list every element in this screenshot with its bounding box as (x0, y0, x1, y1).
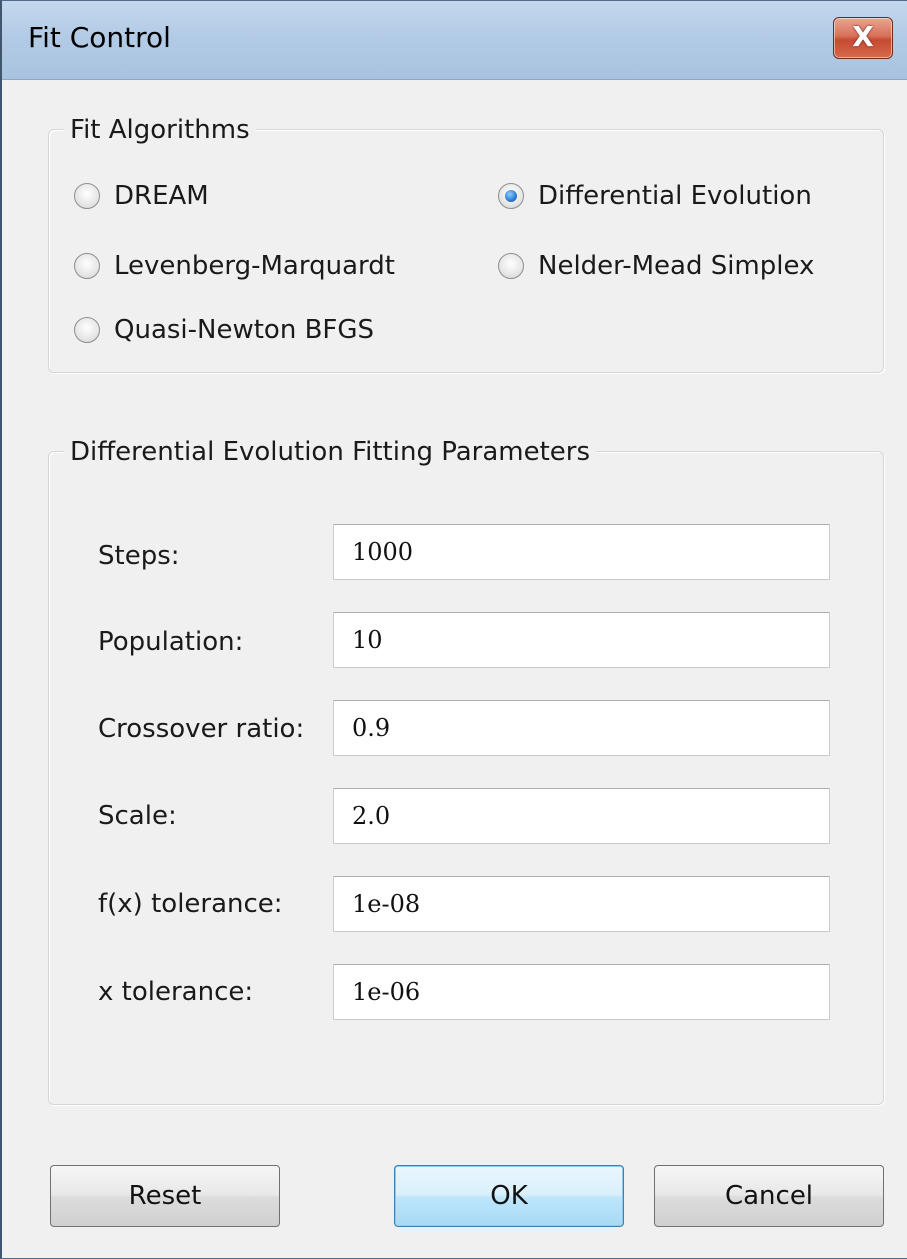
fx-tolerance-label: f(x) tolerance: (98, 889, 283, 919)
radio-button-icon (74, 317, 100, 343)
x-tolerance-label: x tolerance: (98, 977, 254, 1007)
population-input[interactable]: 10 (333, 612, 830, 668)
fit-algorithms-legend: Fit Algorithms (64, 115, 256, 145)
radio-differential-evolution[interactable]: Differential Evolution (498, 181, 812, 211)
scale-input[interactable]: 2.0 (333, 788, 830, 844)
crossover-ratio-input[interactable]: 0.9 (333, 700, 830, 756)
radio-label: Levenberg-Marquardt (114, 251, 395, 281)
population-label: Population: (98, 627, 244, 657)
radio-button-icon (74, 253, 100, 279)
radio-quasi-newton-bfgs[interactable]: Quasi-Newton BFGS (74, 315, 374, 345)
fitting-parameters-legend: Differential Evolution Fitting Parameter… (64, 437, 597, 467)
radio-button-icon (74, 183, 100, 209)
ok-button[interactable]: OK (394, 1165, 624, 1227)
radio-label: Quasi-Newton BFGS (114, 315, 375, 345)
scale-label: Scale: (98, 801, 177, 831)
cancel-button[interactable]: Cancel (654, 1165, 884, 1227)
radio-button-icon (498, 253, 524, 279)
fx-tolerance-input[interactable]: 1e-08 (333, 876, 830, 932)
reset-button[interactable]: Reset (50, 1165, 280, 1227)
radio-levenberg-marquardt[interactable]: Levenberg-Marquardt (74, 251, 395, 281)
radio-button-selected-icon (498, 183, 524, 209)
radio-label: DREAM (114, 181, 209, 211)
radio-dream[interactable]: DREAM (74, 181, 209, 211)
radio-label: Nelder-Mead Simplex (538, 251, 815, 281)
steps-label: Steps: (98, 541, 180, 571)
crossover-ratio-label: Crossover ratio: (98, 714, 305, 744)
window-title: Fit Control (28, 21, 171, 54)
radio-label: Differential Evolution (538, 181, 812, 211)
close-icon: X (852, 20, 874, 53)
radio-nelder-mead-simplex[interactable]: Nelder-Mead Simplex (498, 251, 814, 281)
fit-control-dialog: Fit Control X Fit Algorithms DREAM Diffe… (0, 0, 907, 1259)
steps-input[interactable]: 1000 (333, 524, 830, 580)
title-bar[interactable]: Fit Control X (2, 1, 907, 80)
x-tolerance-input[interactable]: 1e-06 (333, 964, 830, 1020)
close-button[interactable]: X (833, 17, 893, 59)
